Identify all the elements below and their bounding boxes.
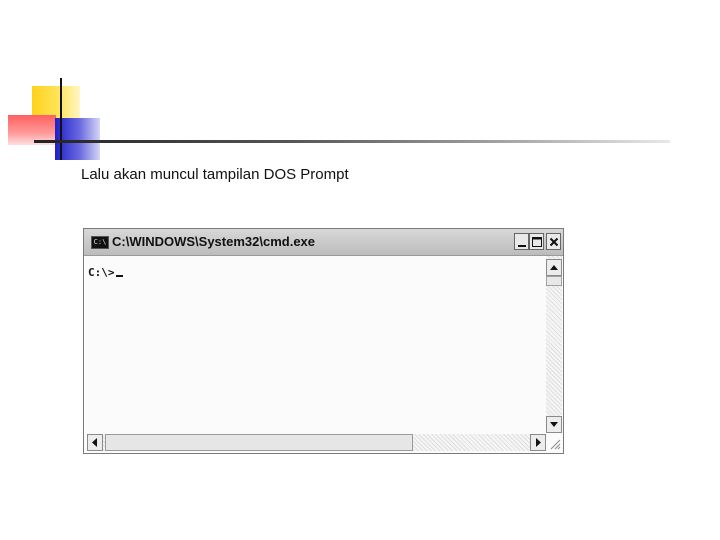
scroll-down-button[interactable] — [546, 416, 562, 433]
scroll-up-button[interactable] — [546, 259, 562, 276]
horizontal-scroll-thumb[interactable] — [105, 434, 413, 451]
minimize-icon — [518, 245, 526, 247]
maximize-icon — [532, 237, 542, 247]
resize-grip-icon[interactable] — [547, 436, 561, 450]
vertical-scrollbar[interactable] — [546, 256, 562, 433]
close-icon — [549, 237, 559, 247]
window-title: C:\WINDOWS\System32\cmd.exe — [112, 234, 316, 249]
console-icon[interactable]: C:\ — [91, 236, 109, 249]
console-area[interactable]: C:\> — [88, 266, 123, 279]
horizontal-scrollbar[interactable] — [87, 434, 546, 451]
cmd-window[interactable]: C:\ C:\WINDOWS\System32\cmd.exe C:\> — [83, 228, 564, 454]
slide-caption: Lalu akan muncul tampilan DOS Prompt — [81, 166, 349, 183]
scroll-right-button[interactable] — [530, 434, 546, 451]
arrow-down-icon — [550, 422, 558, 427]
command-prompt: C:\> — [88, 266, 115, 279]
vertical-scroll-thumb[interactable] — [546, 276, 562, 286]
close-button[interactable] — [546, 233, 561, 250]
deco-vertical-line — [60, 78, 62, 160]
maximize-button[interactable] — [529, 233, 544, 250]
deco-horizontal-rule — [34, 140, 670, 143]
scroll-left-button[interactable] — [87, 434, 103, 451]
text-cursor — [115, 275, 123, 277]
arrow-right-icon — [536, 438, 541, 447]
arrow-up-icon — [550, 265, 558, 270]
title-bar[interactable]: C:\ C:\WINDOWS\System32\cmd.exe — [84, 229, 563, 256]
minimize-button[interactable] — [514, 233, 529, 250]
arrow-left-icon — [92, 438, 97, 447]
